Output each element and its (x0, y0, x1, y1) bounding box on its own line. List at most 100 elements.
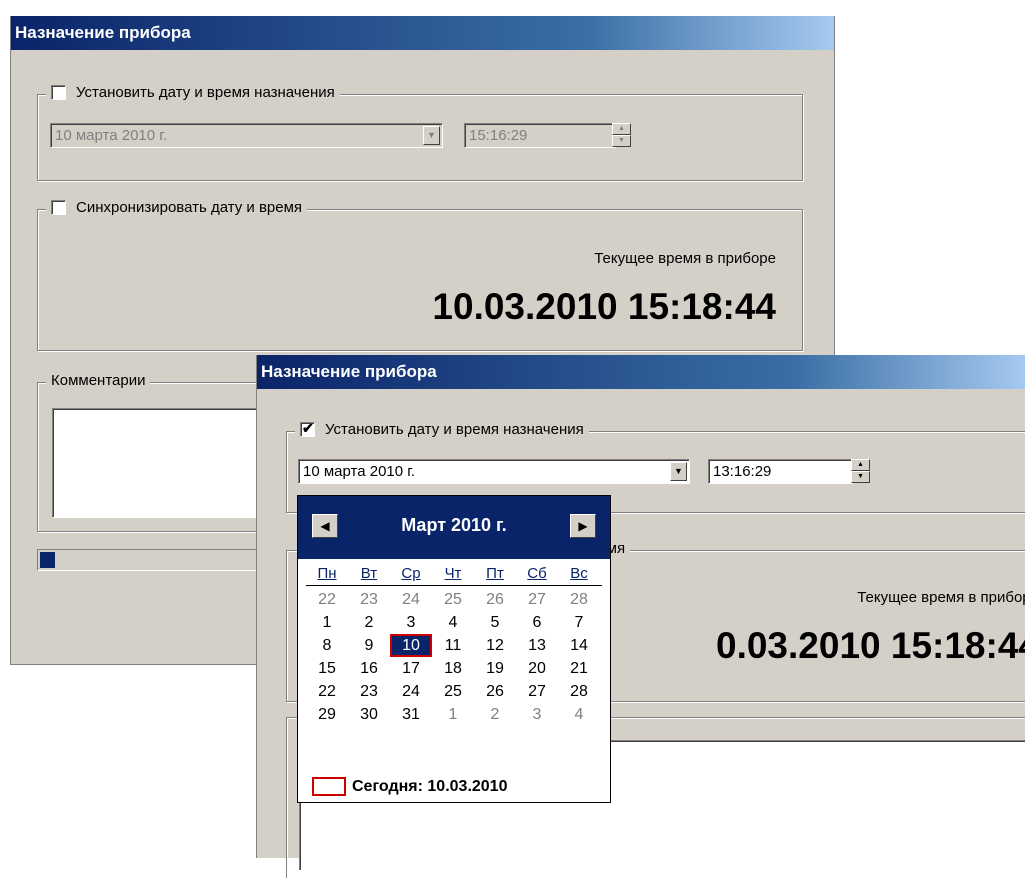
calendar-week-row: 8 9 10 11 12 13 14 (306, 634, 602, 657)
weekday-header: Ср (401, 565, 421, 582)
check-mark-icon: ✔ (302, 420, 314, 436)
calendar-day[interactable]: 23 (348, 680, 390, 703)
calendar-day[interactable]: 17 (390, 657, 432, 680)
time-value: 13:16:29 (713, 463, 772, 480)
spin-down-icon[interactable]: ▼ (851, 471, 870, 483)
calendar-day-selected[interactable]: 10 (390, 634, 432, 657)
weekday-header-row: Пн Вт Ср Чт Пт Сб Вс (306, 562, 602, 586)
calendar-popup: ◀ Март 2010 г. ▶ Пн Вт Ср Чт Пт Сб Вс 22 23 24 25… (297, 495, 611, 803)
calendar-week-row: 22 23 24 25 26 27 28 (306, 680, 602, 703)
window-title-bar: Назначение прибора (257, 355, 1025, 389)
weekday-header: Чт (444, 565, 462, 582)
calendar-day[interactable]: 19 (474, 657, 516, 680)
today-marker-icon (312, 777, 346, 796)
current-time-value: 0.03.2010 15:18:44 (716, 625, 1025, 666)
calendar-day[interactable]: 22 (306, 588, 348, 611)
dropdown-arrow-icon[interactable]: ▼ (423, 126, 440, 145)
calendar-week-row: 15 16 17 18 19 20 21 (306, 657, 602, 680)
calendar-day[interactable]: 4 (432, 611, 474, 634)
calendar-day[interactable]: 12 (474, 634, 516, 657)
calendar-day[interactable]: 29 (306, 703, 348, 726)
calendar-day[interactable]: 25 (432, 680, 474, 703)
calendar-day[interactable]: 21 (558, 657, 600, 680)
calendar-day[interactable]: 16 (348, 657, 390, 680)
comments-legend: Комментарии (46, 372, 151, 389)
dropdown-arrow-icon[interactable]: ▼ (670, 462, 687, 481)
weekday-header: Пн (317, 565, 337, 582)
calendar-day[interactable]: 3 (390, 611, 432, 634)
comments-label: Комментарии (51, 372, 146, 389)
calendar-day[interactable]: 2 (348, 611, 390, 634)
calendar-day[interactable]: 23 (348, 588, 390, 611)
set-datetime-label: Установить дату и время назначения (325, 421, 584, 438)
calendar-day[interactable]: 3 (516, 703, 558, 726)
calendar-day[interactable]: 4 (558, 703, 600, 726)
date-value: 10 марта 2010 г. (303, 463, 416, 480)
weekday-header: Сб (527, 565, 547, 582)
today-label: Сегодня: 10.03.2010 (352, 777, 508, 795)
calendar-day[interactable]: 14 (558, 634, 600, 657)
current-time-value: 10.03.2010 15:18:44 (432, 286, 776, 327)
calendar-day[interactable]: 15 (306, 657, 348, 680)
calendar-day[interactable]: 8 (306, 634, 348, 657)
calendar-day[interactable]: 30 (348, 703, 390, 726)
set-datetime-legend: ✔ Установить дату и время назначения (295, 420, 589, 438)
calendar-day[interactable]: 24 (390, 680, 432, 703)
set-datetime-checkbox[interactable]: ✔ (300, 420, 315, 437)
calendar-day[interactable]: 5 (474, 611, 516, 634)
time-field[interactable]: 13:16:29 (708, 459, 853, 484)
calendar-day[interactable]: 11 (432, 634, 474, 657)
sync-datetime-checkbox[interactable] (51, 200, 66, 215)
calendar-week-row: 1234567 (306, 611, 602, 634)
calendar-day[interactable]: 9 (348, 634, 390, 657)
progress-fill (40, 552, 55, 568)
time-value: 15:16:29 (469, 127, 528, 144)
calendar-day[interactable]: 20 (516, 657, 558, 680)
calendar-day[interactable]: 18 (432, 657, 474, 680)
calendar-day[interactable]: 24 (390, 588, 432, 611)
current-time-label: Текущее время в приборе (594, 250, 776, 267)
calendar-day[interactable]: 1 (306, 611, 348, 634)
spin-up-icon[interactable]: ▲ (612, 123, 631, 135)
current-time-label: Текущее время в приборе (857, 589, 1025, 606)
calendar-week-row: 29 30 31 1 2 3 4 (306, 703, 602, 726)
calendar-grid: Пн Вт Ср Чт Пт Сб Вс 22 23 24 25 26 27 28 1 2 3 4 5 6 7 8 9 10… (306, 562, 602, 726)
calendar-day[interactable]: 25 (432, 588, 474, 611)
calendar-header: ◀ Март 2010 г. ▶ (298, 496, 610, 559)
calendar-day[interactable]: 6 (516, 611, 558, 634)
sync-datetime-label: Синхронизировать дату и время (76, 199, 303, 216)
today-link[interactable]: Сегодня: 10.03.2010 (312, 777, 507, 796)
spin-down-icon[interactable]: ▼ (612, 135, 631, 147)
date-picker-field[interactable]: 10 марта 2010 г. ▼ (298, 459, 690, 484)
date-value: 10 марта 2010 г. (55, 127, 168, 144)
calendar-day[interactable]: 28 (558, 680, 600, 703)
calendar-day[interactable]: 13 (516, 634, 558, 657)
set-datetime-group: Установить дату и время назначения 10 ма… (37, 84, 803, 181)
weekday-header: Вс (570, 565, 588, 582)
set-datetime-legend: Установить дату и время назначения (46, 84, 340, 101)
calendar-day[interactable]: 2 (474, 703, 516, 726)
weekday-header: Вт (360, 565, 378, 582)
time-spinner[interactable]: ▲ ▼ (851, 459, 870, 484)
set-datetime-label: Установить дату и время назначения (76, 84, 335, 101)
weekday-header: Пт (486, 565, 504, 582)
calendar-day[interactable]: 28 (558, 588, 600, 611)
sync-datetime-legend: Синхронизировать дату и время (46, 199, 308, 216)
date-picker-field[interactable]: 10 марта 2010 г. ▼ (50, 123, 443, 148)
spin-up-icon[interactable]: ▲ (851, 459, 870, 471)
calendar-month-title[interactable]: Март 2010 г. (298, 515, 610, 536)
time-spinner[interactable]: ▲ ▼ (612, 123, 631, 148)
calendar-day[interactable]: 1 (432, 703, 474, 726)
calendar-day[interactable]: 27 (516, 680, 558, 703)
sync-datetime-group: Синхронизировать дату и время Текущее вр… (37, 199, 803, 351)
set-datetime-checkbox[interactable] (51, 85, 66, 100)
calendar-day[interactable]: 26 (474, 680, 516, 703)
calendar-day[interactable]: 27 (516, 588, 558, 611)
calendar-day[interactable]: 7 (558, 611, 600, 634)
calendar-day[interactable]: 22 (306, 680, 348, 703)
calendar-day[interactable]: 31 (390, 703, 432, 726)
time-field[interactable]: 15:16:29 (464, 123, 616, 148)
calendar-day[interactable]: 26 (474, 588, 516, 611)
next-month-icon[interactable]: ▶ (570, 514, 596, 538)
window-title-bar: Назначение прибора (11, 16, 834, 50)
